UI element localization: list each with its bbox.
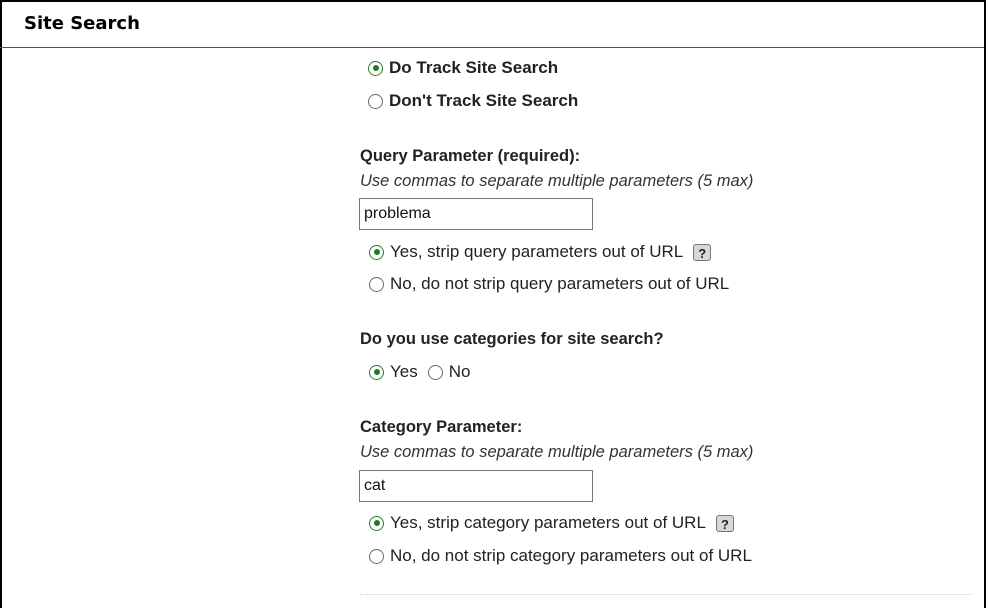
query-strip-yes-label: Yes, strip query parameters out of URL: [390, 242, 684, 261]
category-strip-no-option[interactable]: No, do not strip category parameters out…: [369, 546, 752, 566]
categories-no-radio[interactable]: [427, 364, 443, 380]
category-parameter-label: Category Parameter:: [360, 418, 523, 436]
query-parameter-input[interactable]: [359, 198, 593, 230]
query-strip-no-label: No, do not strip query parameters out of…: [390, 274, 730, 293]
query-strip-no-radio[interactable]: [369, 276, 384, 292]
category-parameter-input[interactable]: [359, 470, 593, 502]
help-icon[interactable]: ?: [715, 514, 734, 532]
help-icon[interactable]: ?: [693, 243, 712, 261]
query-parameter-hint: Use commas to separate multiple paramete…: [360, 172, 754, 190]
do-track-option[interactable]: Do Track Site Search: [368, 58, 558, 78]
query-strip-no-option[interactable]: No, do not strip query parameters out of…: [369, 274, 729, 294]
category-parameter-hint: Use commas to separate multiple paramete…: [360, 443, 754, 461]
category-strip-yes-option[interactable]: Yes, strip category parameters out of UR…: [369, 513, 734, 533]
category-strip-yes-label: Yes, strip category parameters out of UR…: [390, 513, 706, 532]
section-header: Site Search: [0, 0, 984, 48]
do-track-label: Do Track Site Search: [389, 58, 559, 77]
section-title: Site Search: [24, 13, 140, 34]
categories-yes-label: Yes: [390, 362, 418, 381]
categories-yes-radio[interactable]: [369, 364, 384, 380]
category-strip-no-radio[interactable]: [369, 548, 384, 564]
query-strip-yes-option[interactable]: Yes, strip query parameters out of URL ?: [369, 242, 712, 262]
categories-question: Do you use categories for site search?: [360, 330, 664, 348]
category-strip-yes-radio[interactable]: [369, 515, 384, 531]
do-track-radio[interactable]: [368, 60, 383, 76]
query-strip-yes-radio[interactable]: [369, 244, 384, 260]
category-strip-no-label: No, do not strip category parameters out…: [390, 546, 752, 565]
dont-track-radio[interactable]: [368, 93, 383, 109]
dont-track-label: Don't Track Site Search: [389, 91, 579, 110]
dont-track-option[interactable]: Don't Track Site Search: [368, 91, 578, 111]
query-parameter-label: Query Parameter (required):: [360, 147, 581, 165]
categories-no-label: No: [448, 362, 471, 381]
categories-options: Yes No: [369, 362, 470, 382]
section-divider: [360, 594, 972, 595]
